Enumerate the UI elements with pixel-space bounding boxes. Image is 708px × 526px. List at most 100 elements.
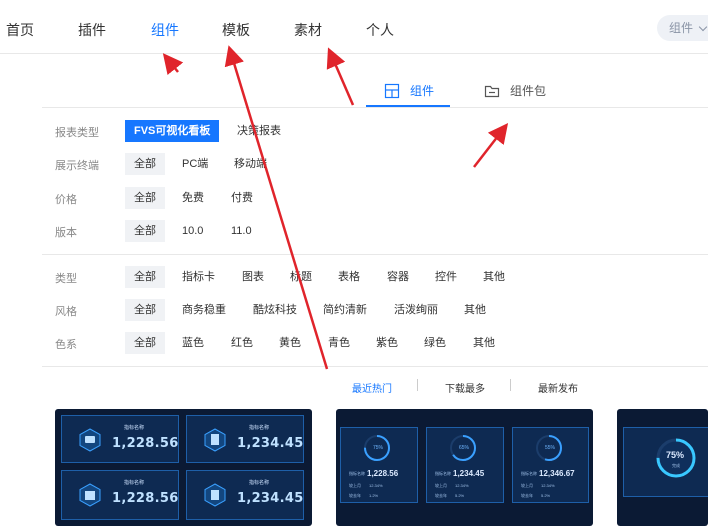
filter-option[interactable]: 绿色: [424, 332, 446, 354]
sort-hot[interactable]: 最近热门: [352, 380, 392, 395]
ring-percent: 65%: [459, 445, 470, 451]
row-label: 较去年: [435, 493, 447, 498]
sort-downloads[interactable]: 下载最多: [445, 380, 485, 395]
nav-home[interactable]: 首页: [6, 20, 34, 40]
metric-name: 指标名称: [349, 471, 365, 476]
filter-option[interactable]: 全部: [125, 332, 165, 354]
nav-components[interactable]: 组件: [151, 20, 179, 40]
page-root: 首页 插件 组件 模板 素材 个人 组件 组件 组件包 报表类型 FVS可视化看…: [0, 0, 708, 526]
search-category-label: 组件: [669, 21, 694, 35]
metric-value: 1,228.56: [112, 491, 179, 506]
filter-display-terminal: 展示终端 全部 PC端 移动端: [55, 153, 705, 175]
tab-component-packs-label: 组件包: [510, 84, 547, 98]
filter-option[interactable]: 黄色: [279, 332, 301, 354]
ring-metric-panel: 55% 指标名称 12,346.67 较上月 12.34% 较去年 5.2%: [512, 427, 589, 503]
filter-divider: [42, 254, 708, 255]
filter-option[interactable]: 决策报表: [237, 120, 281, 142]
filter-option[interactable]: 标题: [290, 266, 312, 288]
filter-option[interactable]: 11.0: [231, 220, 252, 242]
filter-option[interactable]: PC端: [182, 153, 208, 175]
filter-option[interactable]: 紫色: [376, 332, 398, 354]
filter-label: 展示终端: [55, 160, 99, 172]
component-card[interactable]: 75% 指标名称 1,228.56 较上月 12.34% 较去年 1.2% 65…: [336, 409, 593, 526]
component-card[interactable]: 指标名称 1,228.56 指标名称 1,234.45 指标名称 1,228.5…: [55, 409, 312, 526]
metric-panel: 指标名称 1,234.45: [186, 415, 304, 463]
content-tabs: 组件 组件包: [42, 78, 708, 108]
metric-value: 1,234.45: [237, 436, 304, 451]
row-value: 1.2%: [369, 493, 379, 498]
filter-option[interactable]: 其他: [464, 299, 486, 321]
nav-materials[interactable]: 素材: [294, 20, 322, 40]
search-category-select[interactable]: 组件: [657, 15, 708, 41]
filter-price: 价格 全部 免费 付费: [55, 187, 705, 209]
filter-label: 色系: [55, 339, 77, 351]
filter-color: 色系 全部 蓝色 红色 黄色 青色 紫色 绿色 其他: [55, 332, 705, 354]
chevron-down-icon: [699, 22, 708, 32]
metric-value: 1,234.45: [237, 491, 304, 506]
filter-option[interactable]: 付费: [231, 187, 253, 209]
filter-label: 报表类型: [55, 127, 99, 139]
metric-panel: 指标名称 1,234.45: [186, 470, 304, 520]
filter-option[interactable]: 活泼绚丽: [394, 299, 438, 321]
row-label: 较去年: [521, 493, 533, 498]
nav-personal[interactable]: 个人: [366, 20, 394, 40]
filter-option[interactable]: 酷炫科技: [253, 299, 297, 321]
metric-value: 12,346.67: [539, 469, 575, 478]
folder-icon: [484, 85, 500, 97]
filter-option[interactable]: 全部: [125, 299, 165, 321]
top-nav: 首页 插件 组件 模板 素材 个人 组件: [0, 0, 708, 54]
metric-name: 指标名称: [249, 425, 270, 431]
ring-metric-panel: 75% 指标名称 1,228.56 较上月 12.34% 较去年 1.2%: [340, 427, 418, 503]
filter-option[interactable]: 免费: [182, 187, 204, 209]
ring-metric-panel: 75% 完成: [623, 427, 708, 497]
filter-option[interactable]: 其他: [483, 266, 505, 288]
filter-option[interactable]: 控件: [435, 266, 457, 288]
ring-percent: 75%: [666, 450, 685, 460]
filter-report-type: 报表类型 FVS可视化看板 决策报表: [55, 120, 705, 142]
tab-component-packs[interactable]: 组件包: [484, 82, 546, 99]
filter-option[interactable]: 青色: [328, 332, 350, 354]
filter-style: 风格 全部 商务稳重 酷炫科技 简约清新 活泼绚丽 其他: [55, 299, 705, 321]
ring-percent: 75%: [373, 445, 384, 451]
metric-panel: 指标名称 1,228.56: [61, 470, 179, 520]
filter-option[interactable]: 移动端: [234, 153, 267, 175]
filter-option[interactable]: 指标卡: [182, 266, 215, 288]
row-value: 12.34%: [541, 483, 555, 488]
filter-option[interactable]: 其他: [473, 332, 495, 354]
component-card[interactable]: 75% 完成: [617, 409, 708, 526]
tab-components[interactable]: 组件: [384, 82, 434, 99]
sort-newest[interactable]: 最新发布: [538, 380, 578, 395]
nav-templates[interactable]: 模板: [222, 20, 250, 40]
filter-option[interactable]: 表格: [338, 266, 360, 288]
filter-option[interactable]: 全部: [125, 220, 165, 242]
filter-label: 版本: [55, 227, 77, 239]
metric-name: 指标名称: [124, 425, 145, 431]
filter-option[interactable]: 全部: [125, 153, 165, 175]
filter-option[interactable]: 10.0: [182, 220, 203, 242]
nav-plugins[interactable]: 插件: [78, 20, 106, 40]
gift-icon: [79, 483, 101, 507]
metric-name: 指标名称: [124, 480, 145, 486]
filter-option[interactable]: 简约清新: [323, 299, 367, 321]
ring-percent: 55%: [545, 445, 556, 451]
metric-name: 指标名称: [249, 480, 270, 486]
chat-icon: [79, 428, 101, 452]
document-icon: [204, 428, 226, 452]
row-label: 较上月: [435, 483, 447, 488]
files-icon: [204, 483, 226, 507]
filter-option[interactable]: 蓝色: [182, 332, 204, 354]
filter-option[interactable]: 容器: [387, 266, 409, 288]
metric-value: 1,228.56: [367, 469, 399, 478]
metric-value: 1,228.56: [112, 436, 179, 451]
filter-option[interactable]: 全部: [125, 266, 165, 288]
filter-option[interactable]: 全部: [125, 187, 165, 209]
row-label: 较上月: [521, 483, 533, 488]
filter-option[interactable]: 红色: [231, 332, 253, 354]
filter-option[interactable]: FVS可视化看板: [125, 120, 220, 142]
filter-option[interactable]: 图表: [242, 266, 264, 288]
tab-components-label: 组件: [410, 84, 435, 98]
row-value: 5.2%: [455, 493, 465, 498]
filter-option[interactable]: 商务稳重: [182, 299, 226, 321]
annotation-arrow: [162, 53, 184, 75]
filter-type: 类型 全部 指标卡 图表 标题 表格 容器 控件 其他: [55, 266, 705, 288]
